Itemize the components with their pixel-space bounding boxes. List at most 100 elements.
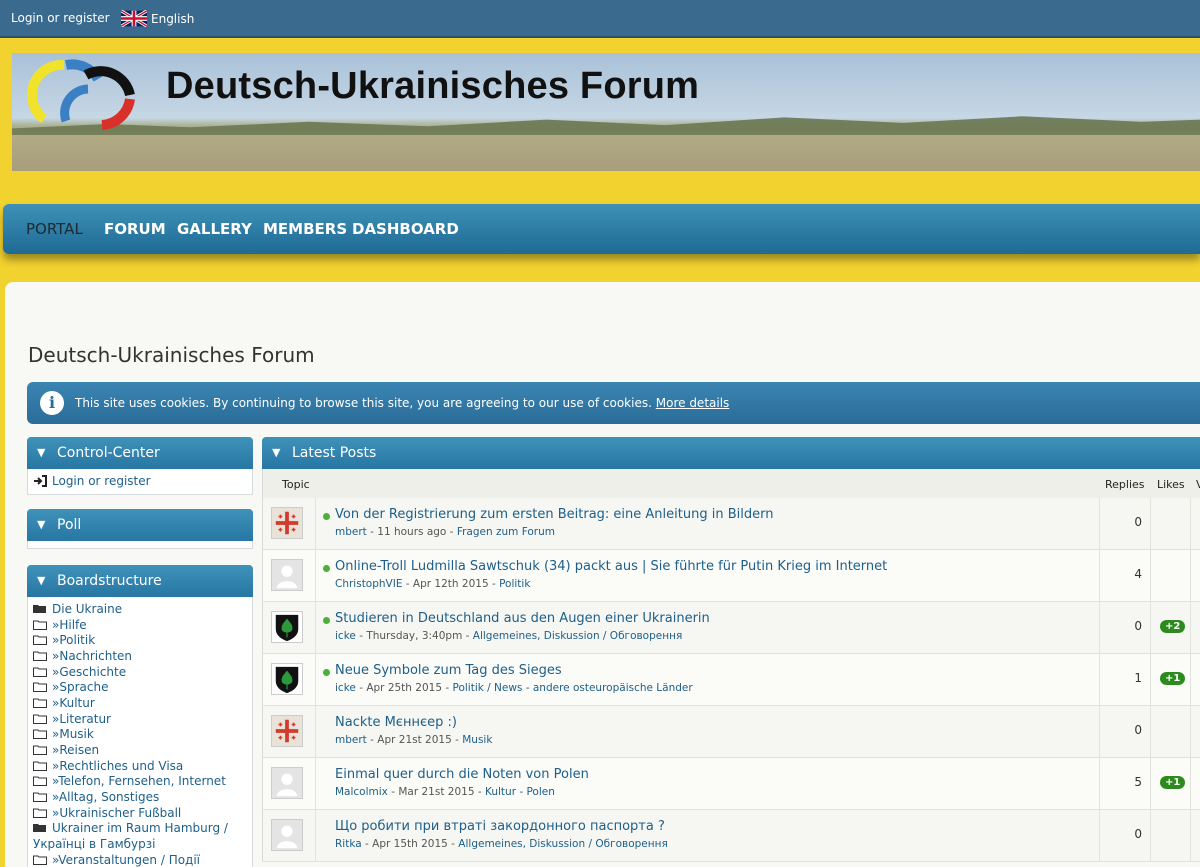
post-time: - Thursday, 3:40pm - <box>355 630 473 642</box>
nav-gallery[interactable]: GALLERY <box>177 220 252 238</box>
post-board-link[interactable]: Politik <box>499 578 530 590</box>
replies-cell: 4 <box>1099 550 1150 601</box>
post-board-link[interactable]: Politik / News - andere osteuropäische L… <box>452 682 692 694</box>
board-item[interactable]: »Musik <box>33 727 248 743</box>
post-author-link[interactable]: mbert <box>335 734 367 746</box>
board-item[interactable]: »Literatur <box>33 711 248 727</box>
folder-icon <box>33 667 47 677</box>
replies-cell: 0 <box>1099 810 1150 861</box>
post-row[interactable]: Що робити при втраті закордонного паспор… <box>262 810 1200 862</box>
col-topic[interactable]: Topic <box>282 478 310 491</box>
post-time: - Apr 12th 2015 - <box>402 578 500 590</box>
likes-cell: +1 <box>1150 654 1190 705</box>
post-row[interactable]: Einmal quer durch die Noten von Polen Mal… <box>262 758 1200 810</box>
post-title-link[interactable]: Що робити при втраті закордонного паспор… <box>335 819 665 834</box>
chevron-down-icon: ▼ <box>37 446 46 459</box>
board-item-continued[interactable]: Українці в Гамбурзі <box>33 836 248 852</box>
post-row[interactable]: Studieren in Deutschland aus den Augen e… <box>262 602 1200 654</box>
likes-cell <box>1150 810 1190 861</box>
post-board-link[interactable]: Fragen zum Forum <box>457 526 555 538</box>
post-author-link[interactable]: Malcolmix <box>335 786 388 798</box>
control-center-login-link[interactable]: Login or register <box>34 474 151 488</box>
likes-cell: +2 <box>1150 602 1190 653</box>
boardstructure-header[interactable]: ▼ Boardstructure <box>27 565 253 597</box>
board-item[interactable]: »Alltag, Sonstiges <box>33 789 248 805</box>
post-time: - 11 hours ago - <box>366 526 457 538</box>
board-item[interactable]: »Geschichte <box>33 664 248 680</box>
board-item[interactable]: »Politik <box>33 632 248 648</box>
board-item-label: »Telefon, Fernsehen, Internet <box>52 774 226 789</box>
latest-posts-table-header: Topic Replies Likes V <box>262 469 1200 498</box>
avatar[interactable] <box>271 507 303 539</box>
language-switcher[interactable]: English <box>121 10 194 27</box>
folder-icon <box>33 776 47 787</box>
post-author-link[interactable]: ChristophVIE <box>335 578 402 590</box>
board-item[interactable]: »Hilfe <box>33 617 248 633</box>
board-item[interactable]: »Nachrichten <box>33 648 248 664</box>
post-title-link[interactable]: Einmal quer durch die Noten von Polen <box>335 767 589 782</box>
post-author-link[interactable]: mbert <box>335 526 367 538</box>
top-bar: Login or register English <box>0 0 1200 38</box>
post-title-link[interactable]: Von der Registrierung zum ersten Beitrag… <box>335 507 773 522</box>
banner-field <box>12 135 1200 171</box>
post-title-link[interactable]: Nackte Мєннєер :) <box>335 715 457 730</box>
avatar[interactable] <box>271 663 303 695</box>
folder-open-icon <box>33 824 46 833</box>
control-center-header[interactable]: ▼ Control-Center <box>27 437 253 469</box>
board-item-label: »Sprache <box>52 680 109 695</box>
board-item[interactable]: »Kultur <box>33 695 248 711</box>
board-item[interactable]: Ukrainer im Raum Hamburg / <box>33 821 248 837</box>
board-item-label: »Veranstaltungen / Події <box>52 852 201 867</box>
replies-count: 4 <box>1134 567 1142 581</box>
col-views[interactable]: V <box>1196 478 1200 491</box>
board-item[interactable]: »Reisen <box>33 742 248 758</box>
avatar[interactable] <box>271 767 303 799</box>
cookie-more-details-link[interactable]: More details <box>656 396 730 410</box>
login-or-register-link[interactable]: Login or register <box>11 11 110 25</box>
avatar[interactable] <box>271 819 303 851</box>
post-row[interactable]: Nackte Мєннєер :) mbert - Apr 21st 2015 -… <box>262 706 1200 758</box>
post-title-link[interactable]: Online-Troll Ludmilla Sawtschuk (34) pac… <box>335 559 887 574</box>
board-item[interactable]: »Veranstaltungen / Події <box>33 852 248 867</box>
post-author-link[interactable]: icke <box>335 682 356 694</box>
forum-logo-icon[interactable] <box>26 59 138 131</box>
nav-portal[interactable]: PORTAL <box>26 220 83 238</box>
board-item[interactable]: »Rechtliches und Visa <box>33 758 248 774</box>
board-item[interactable]: »Ukrainischer Fußball <box>33 805 248 821</box>
post-row[interactable]: Von der Registrierung zum ersten Beitrag… <box>262 498 1200 550</box>
nav-forum[interactable]: FORUM <box>104 220 166 238</box>
post-title-link[interactable]: Studieren in Deutschland aus den Augen e… <box>335 611 710 626</box>
nav-dashboard[interactable]: DASHBOARD <box>352 220 459 238</box>
poll-header[interactable]: ▼ Poll <box>27 509 253 541</box>
post-title-link[interactable]: Neue Symbole zum Tag des Sieges <box>335 663 562 678</box>
latest-posts-title: Latest Posts <box>292 445 377 461</box>
uk-flag-icon <box>121 10 147 27</box>
board-item-label: »Politik <box>52 633 96 648</box>
post-board-link[interactable]: Musik <box>462 734 492 746</box>
views-cell <box>1190 498 1200 549</box>
post-row[interactable]: Online-Troll Ludmilla Sawtschuk (34) pac… <box>262 550 1200 602</box>
post-row[interactable]: Neue Symbole zum Tag des Sieges icke - Ap… <box>262 654 1200 706</box>
board-item-label: Ukrainer im Raum Hamburg / <box>52 821 228 836</box>
avatar[interactable] <box>271 611 303 643</box>
post-author-link[interactable]: Ritka <box>335 838 362 850</box>
board-item[interactable]: »Sprache <box>33 679 248 695</box>
col-replies[interactable]: Replies <box>1105 478 1145 491</box>
post-board-link[interactable]: Allgemeines, Diskussion / Обговорення <box>473 630 683 642</box>
latest-posts-header[interactable]: ▼ Latest Posts <box>262 437 1200 469</box>
col-likes[interactable]: Likes <box>1157 478 1185 491</box>
post-author-link[interactable]: icke <box>335 630 356 642</box>
replies-cell: 0 <box>1099 498 1150 549</box>
nav-members[interactable]: MEMBERS <box>263 220 347 238</box>
board-item-label: Українці в Гамбурзі <box>33 837 156 852</box>
replies-count: 0 <box>1134 619 1142 633</box>
post-board-link[interactable]: Kultur - Polen <box>485 786 555 798</box>
avatar[interactable] <box>271 559 303 591</box>
board-item[interactable]: Die Ukraine <box>33 601 248 617</box>
page-title: Deutsch-Ukrainisches Forum <box>28 343 315 367</box>
avatar[interactable] <box>271 715 303 747</box>
board-item-label: »Literatur <box>52 711 111 726</box>
board-item[interactable]: »Telefon, Fernsehen, Internet <box>33 774 248 790</box>
post-board-link[interactable]: Allgemeines, Diskussion / Обговорення <box>458 838 668 850</box>
chevron-down-icon: ▼ <box>37 574 46 587</box>
